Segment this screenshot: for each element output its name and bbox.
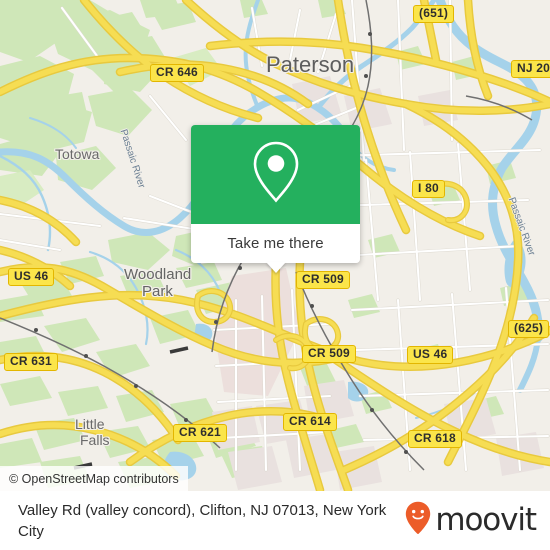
road-shield-nj20: NJ 20	[511, 60, 550, 78]
road-shield-cr621: CR 621	[173, 424, 227, 442]
road-shield-cr509-s: CR 509	[302, 345, 356, 363]
road-shield-us46-e: US 46	[407, 346, 454, 364]
road-shield-us46-w: US 46	[8, 268, 55, 286]
road-shield-cr614: CR 614	[283, 413, 337, 431]
road-shield-i80: I 80	[412, 180, 445, 198]
road-shield-651: (651)	[413, 5, 455, 23]
address-text: Valley Rd (valley concord), Clifton, NJ …	[18, 501, 387, 540]
road-shield-cr509-n: CR 509	[296, 271, 350, 289]
footer-bar: Valley Rd (valley concord), Clifton, NJ …	[0, 491, 550, 550]
location-callout[interactable]: Take me there	[191, 125, 360, 273]
moovit-pin-icon	[405, 501, 431, 540]
moovit-logo[interactable]: moovit	[405, 501, 537, 540]
road-shield-625: (625)	[508, 320, 550, 338]
map-canvas[interactable]: .rd { fill:none; stroke:#f6dd53; stroke-…	[0, 0, 550, 491]
callout-header	[191, 125, 360, 224]
road-shield-cr631: CR 631	[4, 353, 58, 371]
osm-attribution-text: © OpenStreetMap contributors	[9, 471, 179, 486]
callout-action-bar[interactable]: Take me there	[191, 224, 360, 273]
moovit-wordmark: moovit	[435, 502, 537, 538]
road-shield-cr646: CR 646	[150, 64, 204, 82]
map-pin-icon	[248, 139, 304, 210]
moovit-map-screen: .rd { fill:none; stroke:#f6dd53; stroke-…	[0, 0, 550, 550]
take-me-there-button[interactable]: Take me there	[227, 235, 323, 252]
callout-pointer	[265, 262, 286, 273]
osm-attribution[interactable]: © OpenStreetMap contributors	[0, 466, 188, 491]
road-shield-cr618: CR 618	[408, 430, 462, 448]
